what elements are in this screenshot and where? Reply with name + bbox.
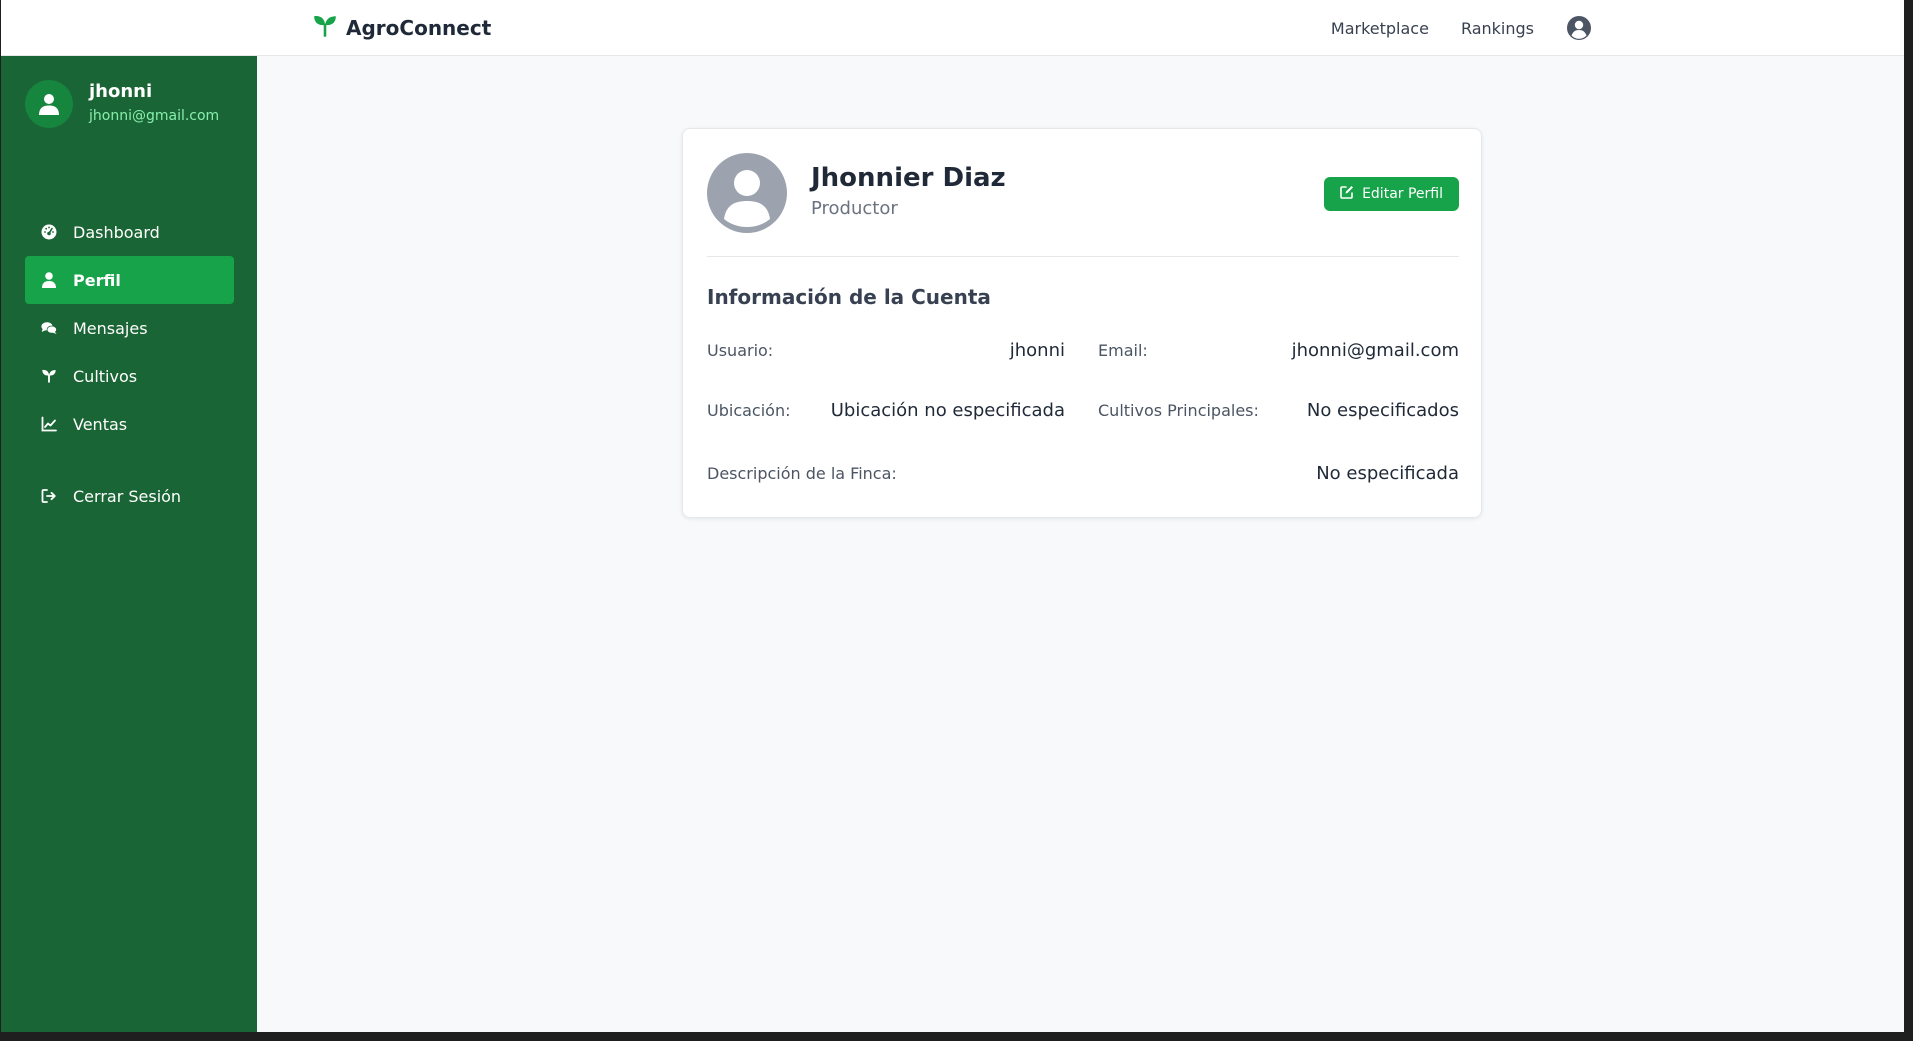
user-placeholder-icon [724, 170, 770, 227]
seedling-icon [41, 368, 57, 384]
sidebar-logout: Cerrar Sesión [25, 472, 234, 520]
sidebar-item-cultivos[interactable]: Cultivos [25, 352, 234, 400]
sidebar-item-label: Perfil [73, 270, 121, 290]
app-window: AgroConnect Marketplace Rankings jhonni … [1, 0, 1904, 1032]
sidebar-item-label: Ventas [73, 414, 128, 434]
sidebar-item-label: Cultivos [73, 366, 138, 386]
info-row-descripcion: Descripción de la Finca: No especificada [707, 458, 1459, 488]
edit-profile-label: Editar Perfil [1362, 186, 1443, 202]
info-value: jhonni@gmail.com [1291, 339, 1459, 361]
edit-icon [1340, 185, 1354, 203]
info-label: Ubicación: [707, 400, 791, 420]
sidebar-item-label: Dashboard [73, 222, 160, 242]
user-icon [39, 94, 59, 115]
sidebar-item-perfil[interactable]: Perfil [25, 256, 234, 304]
info-label: Usuario: [707, 340, 774, 360]
info-value: No especificados [1306, 399, 1459, 421]
info-row-email: Email: jhonni@gmail.com [1098, 335, 1459, 365]
profile-header: Jhonnier Diaz Productor Editar Perfil [707, 153, 1459, 257]
brand-name: AgroConnect [346, 16, 492, 40]
sign-out-icon [41, 488, 57, 504]
chart-line-icon [41, 416, 57, 432]
top-navbar: AgroConnect Marketplace Rankings [1, 0, 1904, 56]
info-label: Cultivos Principales: [1098, 400, 1259, 420]
sidebar: jhonni jhonni@gmail.com Dashboard Perfil… [1, 56, 257, 1032]
profile-avatar [707, 153, 787, 233]
info-row-ubicacion: Ubicación: Ubicación no especificada [707, 395, 1065, 425]
info-label: Email: [1098, 340, 1148, 360]
seedling-icon [312, 13, 338, 43]
sidebar-item-label: Mensajes [73, 318, 148, 338]
info-label: Descripción de la Finca: [707, 463, 897, 483]
edit-profile-button[interactable]: Editar Perfil [1324, 177, 1459, 211]
sidebar-item-ventas[interactable]: Ventas [25, 400, 234, 448]
logout-label: Cerrar Sesión [73, 486, 182, 506]
profile-card: Jhonnier Diaz Productor Editar Perfil In… [682, 128, 1482, 518]
user-icon [41, 272, 57, 288]
info-row-cultivos: Cultivos Principales: No especificados [1098, 395, 1459, 425]
sidebar-user-name: jhonni [89, 81, 153, 102]
info-value: No especificada [1316, 462, 1459, 484]
profile-name: Jhonnier Diaz [811, 163, 1006, 193]
info-value: jhonni [1009, 339, 1065, 361]
sidebar-user: jhonni jhonni@gmail.com [25, 80, 219, 128]
sidebar-nav: Dashboard Perfil Mensajes Cultivos Venta… [25, 208, 234, 448]
logout-button[interactable]: Cerrar Sesión [25, 472, 234, 520]
brand[interactable]: AgroConnect [312, 14, 491, 42]
nav-rankings-link[interactable]: Rankings [1461, 19, 1534, 38]
user-circle-icon[interactable] [1566, 15, 1592, 41]
profile-role: Productor [811, 198, 898, 219]
sidebar-user-email: jhonni@gmail.com [89, 108, 220, 124]
sidebar-item-mensajes[interactable]: Mensajes [25, 304, 234, 352]
account-info-title: Información de la Cuenta [707, 285, 991, 309]
info-value: Ubicación no especificada [830, 399, 1065, 421]
top-nav-links: Marketplace Rankings [1331, 14, 1592, 42]
dashboard-icon [41, 224, 57, 240]
sidebar-item-dashboard[interactable]: Dashboard [25, 208, 234, 256]
nav-marketplace-link[interactable]: Marketplace [1331, 19, 1429, 38]
comments-icon [41, 320, 57, 336]
avatar [25, 80, 73, 128]
info-row-usuario: Usuario: jhonni [707, 335, 1065, 365]
